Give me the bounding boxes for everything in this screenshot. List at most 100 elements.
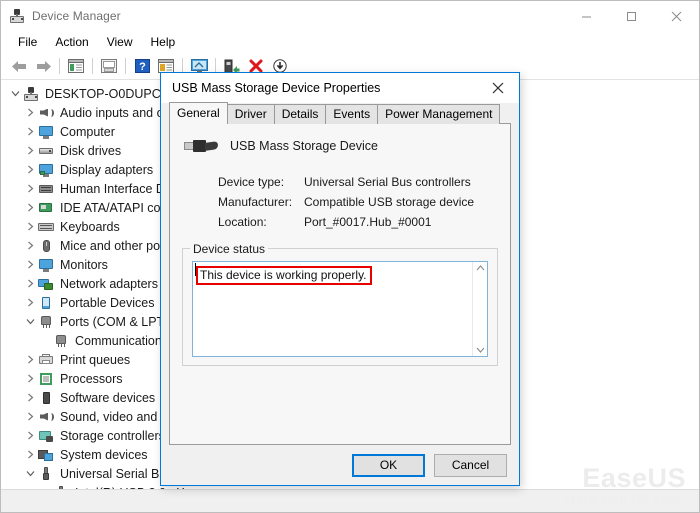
tree-item-label: Audio inputs and out <box>60 105 174 120</box>
menu-item-action[interactable]: Action <box>46 32 97 52</box>
menu-item-file[interactable]: File <box>9 32 46 52</box>
tab-events[interactable]: Events <box>325 104 379 124</box>
chevron-down-icon[interactable] <box>7 86 23 102</box>
svg-text:?: ? <box>139 61 146 73</box>
maximize-icon[interactable] <box>609 1 654 31</box>
tab-power-management[interactable]: Power Management <box>377 104 501 124</box>
tree-item-label: Processors <box>60 371 123 386</box>
menubar: File Action View Help <box>1 31 699 53</box>
device-header: USB Mass Storage Device <box>170 124 510 156</box>
close-icon[interactable] <box>654 1 699 31</box>
dialog-footer: OK Cancel <box>161 445 519 485</box>
device-status-box[interactable]: This device is working properly. <box>192 261 488 357</box>
properties-icon[interactable] <box>97 55 121 77</box>
toolbar-separator <box>125 58 126 74</box>
audio-icon <box>38 105 54 121</box>
device-status-text-area[interactable]: This device is working properly. <box>193 262 472 356</box>
system-device-icon <box>38 447 54 463</box>
tree-item-label: Communications <box>75 333 169 348</box>
computer-icon <box>38 124 54 140</box>
display-adapter-icon <box>38 162 54 178</box>
software-device-icon <box>38 390 54 406</box>
tree-item-label: Storage controllers <box>60 428 165 443</box>
chevron-right-icon[interactable] <box>22 200 38 216</box>
device-info-table: Device type: Universal Serial Bus contro… <box>218 172 474 232</box>
dialog-titlebar: USB Mass Storage Device Properties <box>161 73 519 103</box>
chevron-right-icon[interactable] <box>22 447 38 463</box>
portable-device-icon <box>38 295 54 311</box>
chevron-down-icon[interactable] <box>22 466 38 482</box>
chevron-right-icon[interactable] <box>22 352 38 368</box>
minimize-icon[interactable] <box>564 1 609 31</box>
tree-item-label: Ports (COM & LPT) <box>60 314 169 329</box>
chevron-right-icon[interactable] <box>22 105 38 121</box>
tab-driver[interactable]: Driver <box>226 104 275 124</box>
port-icon <box>53 333 69 349</box>
tree-item-label: System devices <box>60 447 148 462</box>
device-manager-icon <box>9 8 25 24</box>
audio-icon <box>38 409 54 425</box>
manufacturer-label: Manufacturer: <box>218 195 293 209</box>
close-icon[interactable] <box>477 74 519 103</box>
port-icon <box>38 314 54 330</box>
ide-icon <box>38 200 54 216</box>
show-hide-console-tree-icon[interactable] <box>64 55 88 77</box>
ok-button[interactable]: OK <box>352 453 425 477</box>
table-row: Location: Port_#0017.Hub_#0001 <box>218 212 474 232</box>
chevron-down-icon[interactable] <box>22 314 38 330</box>
chevron-right-icon[interactable] <box>22 219 38 235</box>
chevron-right-icon[interactable] <box>22 257 38 273</box>
table-row: Device type: Universal Serial Bus contro… <box>218 172 474 192</box>
device-type-label: Device type: <box>218 175 285 189</box>
computer-root-icon <box>23 86 39 102</box>
chevron-right-icon[interactable] <box>22 371 38 387</box>
help-icon[interactable]: ? <box>130 55 154 77</box>
device-status-text: This device is working properly. <box>196 266 372 285</box>
status-scrollbar[interactable] <box>472 262 487 356</box>
cancel-button[interactable]: Cancel <box>434 453 507 477</box>
chevron-right-icon[interactable] <box>22 181 38 197</box>
back-icon[interactable] <box>7 55 31 77</box>
chevron-right-icon[interactable] <box>22 276 38 292</box>
forward-icon[interactable] <box>31 55 55 77</box>
chevron-right-icon[interactable] <box>22 238 38 254</box>
printer-icon <box>38 352 54 368</box>
chevron-right-icon[interactable] <box>22 390 38 406</box>
toolbar-separator <box>92 58 93 74</box>
chevron-right-icon[interactable] <box>22 409 38 425</box>
tab-general[interactable]: General <box>169 102 228 124</box>
window-titlebar: Device Manager <box>1 1 699 31</box>
network-icon <box>38 276 54 292</box>
location-value: Port_#0017.Hub_#0001 <box>304 215 432 229</box>
disk-icon <box>38 143 54 159</box>
chevron-right-icon[interactable] <box>22 162 38 178</box>
keyboard-icon <box>38 219 54 235</box>
tree-item-label: Software devices <box>60 390 156 405</box>
tree-item-label: Print queues <box>60 352 131 367</box>
text-caret <box>195 263 196 276</box>
tree-item-label: Computer <box>60 124 115 139</box>
dialog-body: General Driver Details Events Power Mana… <box>161 102 519 485</box>
device-properties-dialog: USB Mass Storage Device Properties Gener… <box>160 72 520 486</box>
menu-item-view[interactable]: View <box>98 32 142 52</box>
tab-details[interactable]: Details <box>273 104 327 124</box>
tree-item-label: Display adapters <box>60 162 154 177</box>
chevron-right-icon[interactable] <box>22 124 38 140</box>
chevron-right-icon[interactable] <box>22 295 38 311</box>
location-label: Location: <box>218 215 267 229</box>
manufacturer-value: Compatible USB storage device <box>304 195 475 209</box>
device-status-label: Device status <box>190 242 269 256</box>
scroll-down-icon <box>476 347 484 353</box>
scroll-up-icon <box>476 265 484 271</box>
tree-item-label: Monitors <box>60 257 108 272</box>
chevron-right-icon[interactable] <box>22 428 38 444</box>
general-tab-panel: USB Mass Storage Device Device type: Uni… <box>169 123 511 445</box>
menu-item-help[interactable]: Help <box>142 32 185 52</box>
mouse-icon <box>38 238 54 254</box>
tree-item-label: Portable Devices <box>60 295 155 310</box>
tree-item-label: DESKTOP-O0DUPCJ <box>45 86 168 101</box>
usb-icon <box>38 466 54 482</box>
dialog-tabstrip: General Driver Details Events Power Mana… <box>161 102 519 124</box>
statusbar <box>1 489 699 512</box>
chevron-right-icon[interactable] <box>22 143 38 159</box>
